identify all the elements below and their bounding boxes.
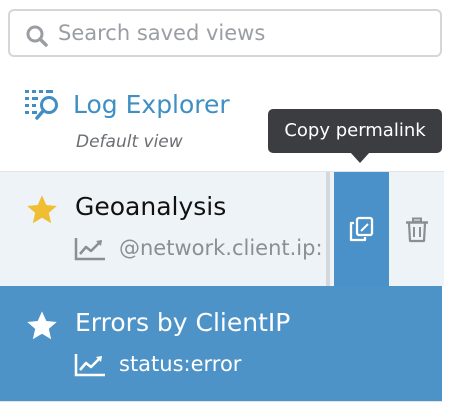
row-divider [326,172,330,286]
search-input[interactable] [58,15,428,51]
list-divider [0,401,442,402]
tooltip-arrow [350,152,370,163]
star-icon[interactable] [25,310,59,342]
copy-permalink-tooltip: Copy permalink [268,109,442,153]
copy-permalink-button[interactable] [334,172,389,286]
trash-icon [406,217,428,243]
saved-view-query: status:error [119,352,242,376]
search-icon [26,25,48,47]
saved-view-row-selected[interactable]: Errors by ClientIP status:error [0,286,442,401]
saved-view-row[interactable]: Geoanalysis @network.client.ip: [0,171,444,286]
saved-view-query: @network.client.ip: [119,236,323,260]
copy-permalink-icon [349,216,374,242]
chart-line-icon [74,238,105,261]
saved-view-name[interactable]: Geoanalysis [75,192,226,221]
delete-button[interactable] [389,172,444,286]
log-explorer-title[interactable]: Log Explorer [73,90,230,119]
chart-line-icon [74,354,105,377]
default-view-label: Default view [76,132,183,152]
saved-view-name[interactable]: Errors by ClientIP [75,308,290,337]
star-icon[interactable] [25,194,59,226]
search-box[interactable] [8,9,442,57]
log-explorer-icon [25,90,58,120]
